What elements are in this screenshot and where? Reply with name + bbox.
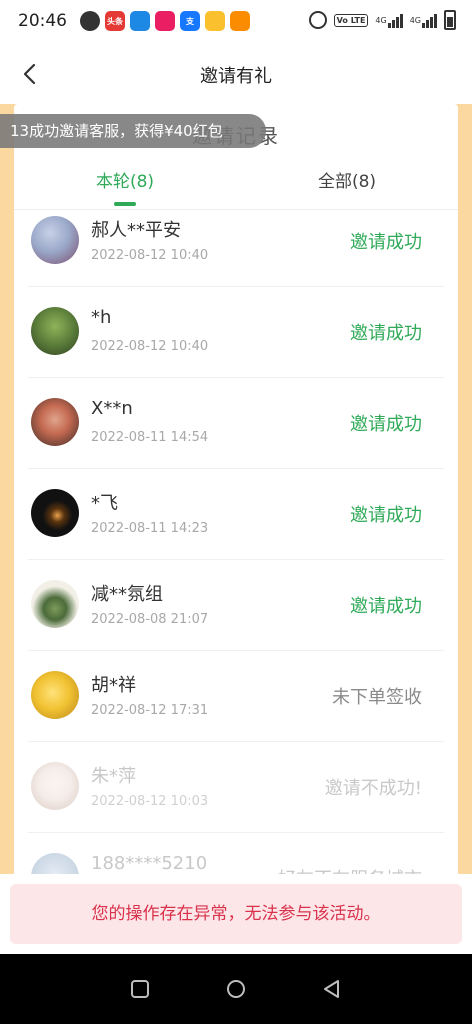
app-header: 邀请有礼 <box>0 44 472 104</box>
home-icon[interactable] <box>225 978 247 1000</box>
avatar <box>31 307 79 355</box>
invite-date: 2022-08-11 14:54 <box>91 430 209 445</box>
list-item[interactable]: *h 2022-08-12 10:40 邀请成功 <box>14 287 458 378</box>
invite-date: 2022-08-12 10:40 <box>91 248 209 263</box>
network-type-label-2: 4G <box>409 15 421 25</box>
invite-status: 邀请成功 <box>350 414 422 435</box>
tab-all-label: 全部(8) <box>317 172 377 192</box>
invitee-name: X**n <box>91 398 133 419</box>
invitee-name: 188****5210 <box>91 853 208 874</box>
invitee-name: *飞 <box>91 493 118 514</box>
status-time: 20:46 <box>18 11 67 31</box>
invite-status: 邀请成功 <box>350 596 422 617</box>
list-item[interactable]: 朱*萍 2022-08-12 10:03 邀请不成功! <box>14 742 458 833</box>
invitee-name: 郝人**平安 <box>91 220 181 241</box>
avatar <box>31 489 79 537</box>
error-banner: 您的操作存在异常，无法参与该活动。 <box>10 884 462 944</box>
invite-date: 2022-08-12 10:03 <box>91 794 209 809</box>
avatar <box>31 398 79 446</box>
app-pink-icon <box>155 11 175 31</box>
invite-date: 2022-08-12 17:31 <box>91 703 209 718</box>
avatar <box>31 216 79 264</box>
invite-date: 2022-08-11 14:23 <box>91 521 209 536</box>
invite-status: 邀请成功 <box>350 505 422 526</box>
status-bar: 20:46 头条 支 Vo LTE 4G 4G <box>0 0 472 44</box>
list-item[interactable]: 减**氛组 2022-08-08 21:07 邀请成功 <box>14 560 458 651</box>
avatar <box>31 580 79 628</box>
invitee-name: *h <box>91 307 112 328</box>
app-yellow-icon <box>205 11 225 31</box>
invite-status: 未下单签收 <box>332 687 422 708</box>
error-banner-area: 您的操作存在异常，无法参与该活动。 <box>0 874 472 954</box>
signal-icon: 4G <box>375 12 403 28</box>
list-item[interactable]: 胡*祥 2022-08-12 17:31 未下单签收 <box>14 651 458 742</box>
invitee-name: 减**氛组 <box>91 584 163 605</box>
invite-date: 2022-08-08 21:07 <box>91 612 209 627</box>
list-item[interactable]: X**n 2022-08-11 14:54 邀请成功 <box>14 378 458 469</box>
avatar <box>31 671 79 719</box>
page-title: 邀请有礼 <box>200 66 272 87</box>
app-orange-icon <box>230 11 250 31</box>
alipay-icon: 支 <box>180 11 200 31</box>
network-type-label: 4G <box>375 15 387 25</box>
alarm-icon <box>308 11 327 29</box>
invite-date: 2022-08-12 10:40 <box>91 339 209 354</box>
list-item[interactable]: 郝人**平安 2022-08-12 10:40 邀请成功 <box>14 196 458 287</box>
invite-status: 邀请成功 <box>350 323 422 344</box>
tab-current-round-label: 本轮(8) <box>95 172 155 192</box>
notification-icons: 头条 支 <box>80 11 250 31</box>
volte-icon: Vo LTE <box>333 13 369 27</box>
invitee-name: 胡*祥 <box>91 675 136 696</box>
avatar <box>31 762 79 810</box>
system-nav-bar <box>0 954 472 1024</box>
list-item[interactable]: *飞 2022-08-11 14:23 邀请成功 <box>14 469 458 560</box>
back-icon[interactable] <box>321 978 343 1000</box>
recents-icon[interactable] <box>129 978 151 1000</box>
system-icons: Vo LTE 4G 4G <box>308 10 456 30</box>
signal-icon-2: 4G <box>410 12 437 28</box>
app-blue-icon <box>130 11 150 31</box>
headset-icon <box>80 11 100 31</box>
invitee-name: 朱*萍 <box>91 766 136 787</box>
invite-status: 邀请不成功! <box>324 778 422 799</box>
toutiao-icon: 头条 <box>105 11 125 31</box>
reward-toast: 13成功邀请客服，获得¥40红包 <box>0 114 266 148</box>
battery-icon <box>444 10 456 30</box>
invite-status: 邀请成功 <box>350 232 422 253</box>
invite-record-list: 郝人**平安 2022-08-12 10:40 邀请成功 *h 2022-08-… <box>14 196 458 924</box>
